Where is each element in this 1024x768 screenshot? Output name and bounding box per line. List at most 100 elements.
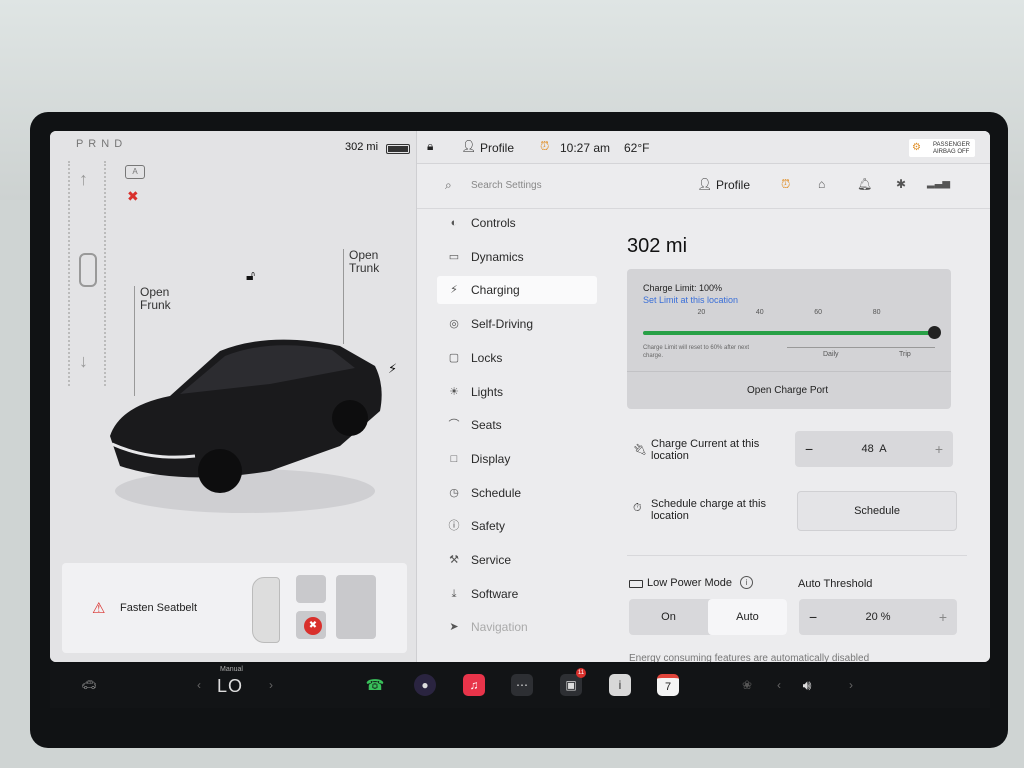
auto-threshold-label: Auto Threshold (798, 578, 873, 590)
shift-up-arrow-icon[interactable]: ↑ (79, 169, 88, 190)
seatbelt-alert-text: Fasten Seatbelt (120, 602, 198, 614)
menu-item-label: Controls (471, 216, 516, 230)
music-icon[interactable]: ♫ (463, 674, 485, 696)
lock-icon: ▢ (448, 351, 460, 364)
set-limit-link[interactable]: Set Limit at this location (643, 295, 738, 305)
signal-strength-icon: ▂▃▅ (927, 178, 951, 189)
fan-icon[interactable]: ❀ (736, 674, 758, 696)
touchscreen: P R N D 302 mi A ✖ ↑ ↓ Open Frunk Open T… (50, 131, 990, 662)
garage-icon[interactable]: ⌂ (818, 177, 825, 191)
search-bar: ⌕ Search Settings 👤︎ Profile ⏰︎ ⌂ 🔔︎ ✱ ▂… (417, 164, 990, 209)
climate-right-arrow-icon[interactable]: › (260, 674, 282, 696)
safety-icon: ⓘ (448, 520, 460, 533)
charge-limit-tick-label: 80 (872, 309, 881, 316)
threshold-decrease-button[interactable]: − (809, 609, 817, 625)
camera-app-icon[interactable]: ● (414, 674, 436, 696)
low-power-auto-option[interactable]: Auto (708, 599, 787, 635)
search-input[interactable]: Search Settings (471, 180, 542, 191)
open-trunk-label[interactable]: Open Trunk (349, 249, 379, 275)
charge-current-increase-button[interactable]: + (935, 441, 943, 457)
volume-icon[interactable]: 🔊︎ (796, 674, 818, 696)
status-temperature: 62°F (624, 141, 650, 155)
alarm-clock-icon: ⏰︎ (540, 139, 550, 153)
toybox-icon[interactable]: i (609, 674, 631, 696)
threshold-increase-button[interactable]: + (939, 609, 947, 625)
charge-limit-label: Charge Limit: 100% (643, 283, 723, 293)
lock-status-icon[interactable]: 🔒︎ (427, 139, 433, 154)
cabin-temp-setting[interactable]: LO (217, 676, 243, 697)
open-charge-port-divider (627, 371, 951, 372)
charge-limit-slider[interactable] (643, 326, 941, 339)
search-profile[interactable]: Profile (716, 178, 750, 192)
menu-item-label: Self-Driving (471, 317, 534, 332)
more-apps-icon[interactable]: ⋯ (511, 674, 533, 696)
menu-item-display[interactable]: □ Display (437, 445, 597, 473)
menu-item-locks[interactable]: ▢ Locks (437, 344, 597, 372)
reset-note-line1: Charge Limit will reset to 60% after nex… (643, 345, 750, 351)
menu-item-charging[interactable]: ⚡︎ Charging (437, 276, 597, 305)
headlight-auto-icon: A (125, 165, 145, 179)
menu-item-label: Navigation (471, 620, 528, 635)
open-frunk-label[interactable]: Open Frunk (140, 286, 171, 312)
charge-current-plug-icon: 🔌︎ (633, 444, 647, 456)
low-power-on-option[interactable]: On (629, 599, 708, 635)
menu-item-software[interactable]: ⤓ Software (437, 580, 597, 608)
threshold-value: 20 % (865, 611, 891, 623)
phone-icon[interactable]: ☎︎ (364, 674, 386, 696)
reset-note: Charge Limit will reset to 60% after nex… (643, 344, 749, 360)
passenger-seat-warning-icon: ✖ (304, 617, 322, 635)
climate-left-arrow-icon[interactable]: ‹ (188, 674, 210, 696)
menu-item-seats[interactable]: ⌒ Seats (437, 411, 597, 439)
car-outline-icon (79, 253, 97, 287)
wrench-icon: ⚒︎ (449, 554, 459, 566)
menu-item-lights[interactable]: ☀︎ Lights (437, 378, 597, 406)
status-bar: 🔒︎ 👤︎ Profile ⏰︎ 10:27 am 62°F ⚙︎ PASSEN… (417, 131, 990, 164)
bluetooth-icon[interactable]: ✱ (896, 177, 906, 191)
alarm-icon[interactable]: ⏰︎ (781, 177, 790, 192)
status-profile[interactable]: Profile (480, 141, 514, 155)
search-icon[interactable]: ⌕ (445, 178, 452, 193)
car-dock-icon[interactable]: 🚗︎ (78, 674, 100, 696)
menu-item-navigation[interactable]: ➤ Navigation (437, 613, 597, 641)
section-divider (627, 555, 967, 556)
charge-limit-tick-label: 60 (814, 309, 823, 316)
menu-item-service[interactable]: ⚒︎ Service (437, 546, 597, 574)
charge-limit-ticks: 20 40 60 80 (643, 309, 935, 321)
menu-item-label: Software (471, 586, 519, 601)
volume-right-arrow-icon[interactable]: › (840, 674, 862, 696)
menu-item-dynamics[interactable]: ▭ Dynamics (437, 243, 597, 271)
download-icon: ⤓ (451, 587, 457, 600)
seatbelt-alert-card: ⚠︎ Fasten Seatbelt ✖ (62, 563, 407, 653)
schedule-label: Schedule charge at this location (651, 498, 766, 522)
charge-current-decrease-button[interactable]: − (805, 441, 813, 457)
volume-left-arrow-icon[interactable]: ‹ (768, 674, 790, 696)
sun-icon: ☀︎ (449, 385, 459, 398)
info-icon[interactable]: i (740, 576, 753, 589)
auto-threshold-stepper: − 20 % + (799, 599, 957, 635)
shift-down-arrow-icon[interactable]: ↓ (79, 351, 88, 372)
seat-icon: ⌒ (448, 419, 460, 432)
schedule-button[interactable]: Schedule (797, 491, 957, 531)
open-charge-port-button[interactable]: Open Charge Port (747, 385, 828, 396)
schedule-clock-icon: ⏱︎ (633, 502, 642, 514)
menu-item-schedule[interactable]: ◷ Schedule (437, 479, 597, 507)
charge-limit-knob[interactable] (928, 326, 941, 339)
airbag-line2: AIRBAG OFF (933, 149, 970, 155)
menu-item-self-driving[interactable]: ◎ Self-Driving (437, 310, 597, 338)
calendar-icon[interactable]: 7 (657, 674, 679, 696)
range-heading: 302 mi (627, 235, 688, 257)
notification-bell-icon[interactable]: 🔔︎ (857, 177, 872, 191)
display-icon: □ (450, 452, 458, 465)
search-profile-icon: 👤︎ (697, 177, 713, 191)
charge-current-stepper: − 48 A + (795, 431, 953, 467)
dashcam-badge: 11 (576, 668, 586, 678)
unlock-icon[interactable]: 🔓︎ (246, 267, 255, 284)
navigation-icon: ➤ (449, 621, 459, 634)
menu-item-safety[interactable]: ⓘ Safety (437, 512, 597, 540)
clock-icon: ◷ (449, 486, 459, 499)
schedule-line1: Schedule charge at this (651, 498, 766, 510)
open-trunk-line2: Trunk (349, 261, 380, 275)
menu-item-controls[interactable]: ◐ Controls (437, 209, 597, 237)
menu-item-label: Locks (471, 350, 503, 365)
warning-triangle-icon: ⚠︎ (92, 600, 106, 617)
